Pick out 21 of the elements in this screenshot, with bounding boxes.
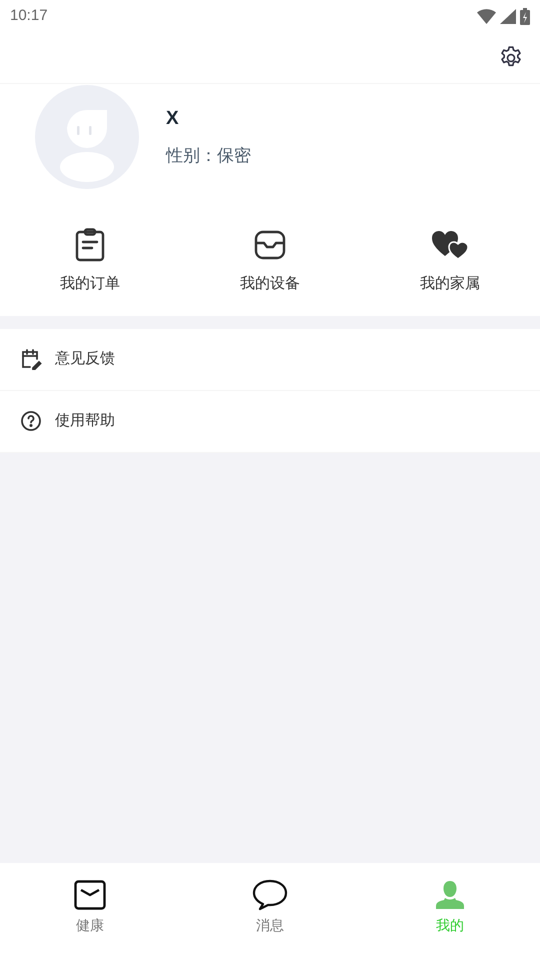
gender-text: 性别：保密 [166, 145, 251, 167]
tab-item[interactable]: 健康 [0, 879, 180, 936]
shortcut-item[interactable]: 我的设备 [180, 227, 360, 296]
help-icon [20, 410, 42, 432]
chat-bubble-icon [252, 879, 288, 911]
wifi-icon [477, 8, 496, 24]
calendar-edit-icon [20, 348, 42, 370]
user-name: X [166, 106, 180, 130]
signal-icon [500, 8, 516, 24]
mail-icon [74, 880, 106, 910]
clipboard-icon [75, 228, 105, 262]
person-icon [435, 880, 465, 910]
hearts-icon [431, 230, 469, 260]
menu-item[interactable]: 意见反馈 [0, 328, 540, 390]
menu-item[interactable]: 使用帮助 [0, 390, 540, 452]
status-time: 10:17 [10, 6, 48, 26]
tray-icon [254, 230, 286, 260]
shortcut-item[interactable]: 我的家属 [360, 227, 540, 296]
tab-item[interactable]: 消息 [180, 879, 360, 936]
battery-icon [520, 8, 530, 24]
shortcut-item[interactable]: 我的订单 [0, 227, 180, 296]
